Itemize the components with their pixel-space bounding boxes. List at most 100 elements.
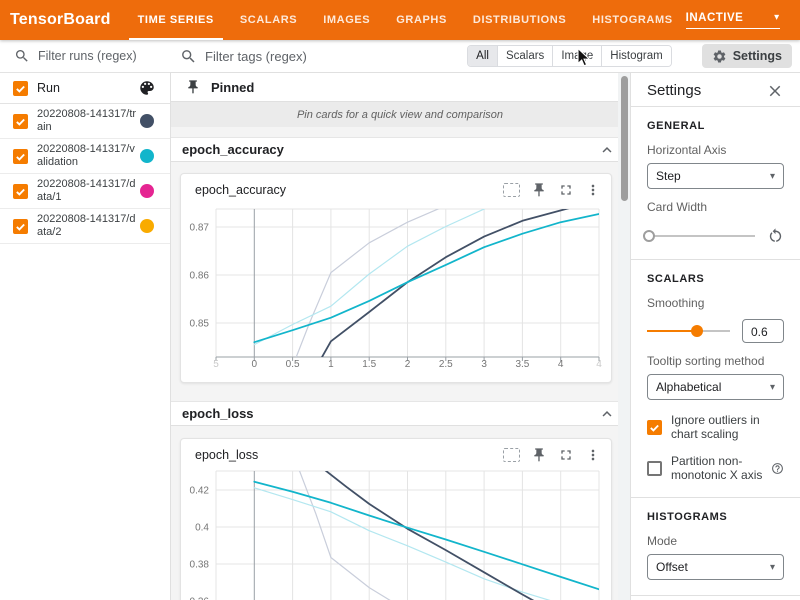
scalar-card-epoch-accuracy: epoch_accuracy 0.850.860.87500.511.522.5… [180,173,612,383]
svg-text:4: 4 [596,359,602,370]
svg-text:0.5: 0.5 [286,359,300,370]
more-options-icon[interactable] [585,182,601,198]
run-checkbox[interactable] [13,219,28,234]
tab-histograms[interactable]: HISTOGRAMS [579,0,685,40]
settings-panel: Settings GENERAL Horizontal Axis Step ▾ … [630,73,800,600]
scrollbar-thumb[interactable] [621,76,628,201]
run-color-swatch [140,184,154,198]
svg-text:2.5: 2.5 [439,359,453,370]
svg-text:0.38: 0.38 [190,559,210,570]
fullscreen-icon[interactable] [558,447,574,463]
settings-panel-header: Settings [647,73,784,106]
ignore-outliers-checkbox[interactable] [647,420,662,435]
run-name: 20220808-141317/validation [37,143,140,169]
pinned-label: Pinned [211,80,254,95]
epoch-accuracy-chart[interactable]: 0.850.860.87500.511.522.533.544 [181,204,611,374]
palette-icon[interactable] [138,79,156,97]
run-filter-placeholder: Filter runs (regex) [38,49,137,63]
tag-filter-input[interactable]: Filter tags (regex) [180,48,307,65]
tooltip-sorting-label: Tooltip sorting method [647,354,784,368]
select-all-runs-checkbox[interactable] [13,81,28,96]
chevron-down-icon: ▾ [770,382,775,393]
run-row-20220808-141317-validation[interactable]: 20220808-141317/validation [0,139,170,174]
partition-x-axis-checkbox[interactable] [647,461,662,476]
pin-card-icon[interactable] [531,447,547,463]
tooltip-sorting-select[interactable]: Alphabetical ▾ [647,374,784,400]
run-filter-input[interactable]: Filter runs (regex) [0,40,170,73]
svg-text:3: 3 [481,359,487,370]
runs-sidebar: Filter runs (regex) Run 20220808-141317/… [0,40,171,600]
tab-images[interactable]: IMAGES [310,0,383,40]
fit-domain-icon[interactable] [503,183,520,197]
pin-card-icon[interactable] [531,182,547,198]
filter-pill-histogram[interactable]: Histogram [601,46,670,66]
top-nav-tabs: TIME SERIESSCALARSIMAGESGRAPHSDISTRIBUTI… [125,0,686,40]
slider-thumb[interactable] [691,325,703,337]
epoch-loss-chart[interactable]: 0.360.380.40.42 [181,469,611,600]
settings-panel-title: Settings [647,82,701,99]
tab-graphs[interactable]: GRAPHS [383,0,460,40]
card-title: epoch_loss [195,448,492,462]
divider [631,259,800,260]
run-row-20220808-141317-data-1[interactable]: 20220808-141317/data/1 [0,174,170,209]
reset-icon[interactable] [767,227,784,244]
svg-text:0.85: 0.85 [190,319,210,330]
filter-pill-scalars[interactable]: Scalars [497,46,552,66]
fullscreen-icon[interactable] [558,182,574,198]
ignore-outliers-label: Ignore outliers in chart scaling [671,413,784,441]
horizontal-axis-select[interactable]: Step ▾ [647,163,784,189]
chevron-down-icon: ▾ [770,171,775,182]
run-name: 20220808-141317/data/2 [37,213,140,239]
vertical-scrollbar[interactable] [618,73,630,600]
filter-pill-image[interactable]: Image [552,46,601,66]
tag-type-filter-group: AllScalarsImageHistogram [467,45,672,67]
scalars-heading: SCALARS [647,273,784,285]
filter-pill-all[interactable]: All [468,46,497,66]
smoothing-slider[interactable] [647,325,730,337]
svg-text:0.42: 0.42 [190,485,210,496]
smoothing-input[interactable]: 0.6 [742,319,784,343]
horizontal-axis-value: Step [656,169,681,183]
section-title: epoch_loss [182,406,598,421]
histogram-mode-select[interactable]: Offset ▾ [647,554,784,580]
run-checkbox[interactable] [13,149,28,164]
run-status-dropdown[interactable]: INACTIVE ▾ [686,12,780,29]
slider-thumb[interactable] [643,230,655,242]
svg-text:1.5: 1.5 [362,359,376,370]
tag-filter-toolbar: Filter tags (regex) AllScalarsImageHisto… [170,40,800,73]
smoothing-label: Smoothing [647,296,784,310]
tab-time-series[interactable]: TIME SERIES [125,0,227,40]
search-icon [180,48,197,65]
card-width-label: Card Width [647,200,784,214]
section-header-epoch-accuracy[interactable]: epoch_accuracy [170,137,630,162]
chevron-up-icon[interactable] [598,141,616,159]
fit-domain-icon[interactable] [503,448,520,462]
tab-scalars[interactable]: SCALARS [227,0,310,40]
run-checkbox[interactable] [13,184,28,199]
run-checkbox[interactable] [13,114,28,129]
svg-text:0.36: 0.36 [190,596,210,600]
section-header-epoch-loss[interactable]: epoch_loss [170,401,630,426]
histogram-mode-value: Offset [656,560,688,574]
card-title: epoch_accuracy [195,183,492,197]
run-row-20220808-141317-train[interactable]: 20220808-141317/train [0,104,170,139]
series-validation-unsmoothed-line [254,488,599,600]
cards-scroll-area: Pinned Pin cards for a quick view and co… [170,73,630,600]
help-icon[interactable] [771,462,784,475]
run-column-label: Run [37,81,138,95]
search-icon [14,48,30,64]
tab-distributions[interactable]: DISTRIBUTIONS [460,0,579,40]
svg-text:0.87: 0.87 [190,223,210,234]
more-options-icon[interactable] [585,447,601,463]
run-color-swatch [140,114,154,128]
run-color-swatch [140,149,154,163]
series-validation-line [254,482,599,590]
histogram-mode-label: Mode [647,534,784,548]
close-icon[interactable] [766,82,784,100]
run-status-value: INACTIVE [686,12,744,24]
chevron-up-icon[interactable] [598,405,616,423]
card-width-slider[interactable] [647,230,755,242]
settings-button[interactable]: Settings [702,44,792,68]
histograms-heading: HISTOGRAMS [647,511,784,523]
run-row-20220808-141317-data-2[interactable]: 20220808-141317/data/2 [0,209,170,244]
